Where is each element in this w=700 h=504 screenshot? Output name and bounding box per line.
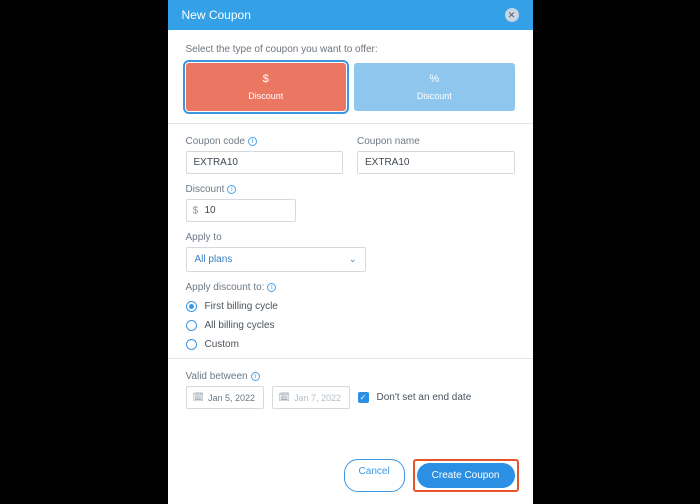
coupon-type-dollar[interactable]: $ Discount — [186, 63, 347, 111]
modal-footer: Cancel Create Coupon — [168, 453, 533, 504]
new-coupon-modal: New Coupon ✕ Select the type of coupon y… — [168, 0, 533, 504]
coupon-type-row: $ Discount % Discount — [186, 63, 515, 111]
percent-icon: % — [354, 73, 515, 85]
radio-icon — [186, 301, 197, 312]
info-icon[interactable]: i — [248, 137, 257, 146]
discount-label: Discount i — [186, 184, 515, 195]
coupon-type-percent[interactable]: % Discount — [354, 63, 515, 111]
percent-label: Discount — [354, 91, 515, 101]
radio-first-billing[interactable]: First billing cycle — [186, 301, 515, 312]
currency-prefix: $ — [193, 205, 199, 216]
no-end-date-label: Don't set an end date — [377, 392, 472, 403]
name-label: Coupon name — [357, 136, 515, 147]
code-label: Coupon code i — [186, 136, 344, 147]
valid-between-row: 🗓 Jan 5, 2022 🗓 Jan 7, 2022 ✓ Don't set … — [186, 386, 515, 409]
modal-body: Select the type of coupon you want to of… — [168, 30, 533, 453]
apply-discount-radio-group: First billing cycle All billing cycles C… — [186, 301, 515, 350]
end-date-input: 🗓 Jan 7, 2022 — [272, 386, 350, 409]
radio-custom[interactable]: Custom — [186, 339, 515, 350]
apply-discount-label: Apply discount to: i — [186, 282, 515, 293]
apply-to-value: All plans — [195, 254, 233, 265]
info-icon[interactable]: i — [227, 185, 236, 194]
chevron-down-icon: ⌄ — [349, 254, 357, 265]
calendar-icon: 🗓 — [193, 392, 204, 403]
create-coupon-button[interactable]: Create Coupon — [417, 463, 515, 488]
cancel-button[interactable]: Cancel — [344, 459, 405, 492]
info-icon[interactable]: i — [251, 372, 260, 381]
valid-between-label: Valid between i — [186, 371, 515, 382]
calendar-icon: 🗓 — [279, 392, 290, 403]
radio-icon — [186, 320, 197, 331]
apply-to-label: Apply to — [186, 232, 515, 243]
divider — [168, 358, 533, 359]
close-icon[interactable]: ✕ — [505, 8, 519, 22]
create-button-highlight: Create Coupon — [413, 459, 519, 492]
divider — [168, 123, 533, 124]
dollar-label: Discount — [186, 91, 347, 101]
coupon-code-input[interactable] — [186, 151, 344, 174]
modal-title: New Coupon — [182, 8, 251, 22]
modal-header: New Coupon ✕ — [168, 0, 533, 30]
coupon-name-input[interactable] — [357, 151, 515, 174]
info-icon[interactable]: i — [267, 283, 276, 292]
radio-all-billing[interactable]: All billing cycles — [186, 320, 515, 331]
intro-text: Select the type of coupon you want to of… — [186, 44, 515, 55]
no-end-date-checkbox[interactable]: ✓ — [358, 392, 369, 403]
discount-input[interactable] — [186, 199, 296, 222]
radio-icon — [186, 339, 197, 350]
discount-input-wrap: $ — [186, 199, 296, 222]
apply-to-select[interactable]: All plans ⌄ — [186, 247, 366, 272]
start-date-input[interactable]: 🗓 Jan 5, 2022 — [186, 386, 264, 409]
dollar-icon: $ — [186, 73, 347, 85]
